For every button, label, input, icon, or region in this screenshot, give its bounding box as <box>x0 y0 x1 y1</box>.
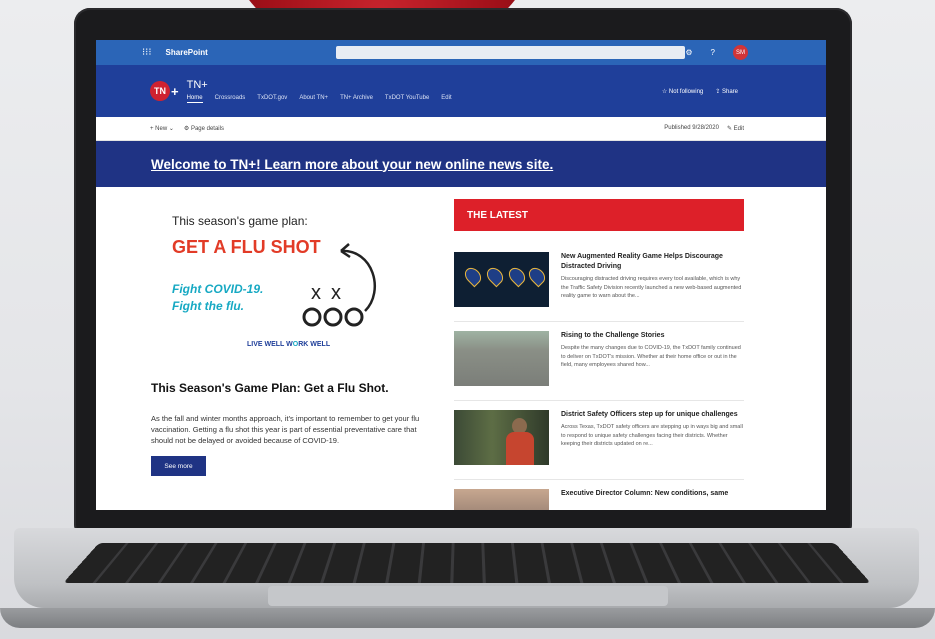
news-snippet: Despite the many changes due to COVID-19… <box>561 345 741 368</box>
page-details-button[interactable]: ⚙ Page details <box>184 125 224 132</box>
gear-icon[interactable]: ⚙ <box>685 48 692 57</box>
news-item[interactable]: Executive Director Column: New condition… <box>454 489 744 510</box>
new-label: New <box>155 126 168 132</box>
nav-item-home[interactable]: Home <box>186 95 203 103</box>
share-button[interactable]: ⇪ Share <box>715 88 738 95</box>
laptop-trackpad <box>268 586 668 606</box>
divider <box>454 321 744 322</box>
latest-column: THE LATEST New Augmented Reality Game He… <box>454 199 744 510</box>
news-title[interactable]: Rising to the Challenge Stories <box>561 331 743 341</box>
published-status: Published 9/28/2020 <box>664 125 719 131</box>
article-body: As the fall and winter months approach, … <box>151 414 420 445</box>
feature-column: This season's game plan: GET A FLU SHOT … <box>96 199 441 510</box>
avatar[interactable]: SM <box>733 45 748 60</box>
logo-plus: + <box>171 83 179 99</box>
news-thumbnail <box>454 331 549 386</box>
fight-flu-line: Fight the flu. <box>172 299 244 313</box>
news-item[interactable]: District Safety Officers step up for uni… <box>454 410 744 465</box>
news-text: New Augmented Reality Game Helps Discour… <box>561 252 743 307</box>
site-nav: Home Crossroads TxDOT.gov About TN+ TN+ … <box>186 95 452 103</box>
news-text: Executive Director Column: New condition… <box>561 489 743 510</box>
suite-bar-right: ⚙ ? SM <box>685 45 748 60</box>
map-pin-icon <box>505 264 529 288</box>
news-item[interactable]: New Augmented Reality Game Helps Discour… <box>454 252 744 307</box>
news-snippet: Discouraging distracted driving requires… <box>561 276 742 299</box>
laptop-keyboard <box>63 542 871 583</box>
play-o-2 <box>323 307 343 327</box>
news-thumbnail <box>454 410 549 465</box>
welcome-banner: Welcome to TN+! Learn more about your ne… <box>96 141 826 187</box>
site-title[interactable]: TN+ <box>187 79 452 91</box>
brand-part-3: RK WELL <box>298 341 331 348</box>
map-pin-icon <box>525 264 549 288</box>
laptop-base-edge <box>0 608 935 628</box>
play-arrow-curve <box>340 249 376 312</box>
page-details-label: Page details <box>190 126 224 132</box>
command-bar: + New ⌄ ⚙ Page details Published 9/28/20… <box>96 117 826 141</box>
welcome-link[interactable]: Welcome to TN+! Learn more about your ne… <box>151 157 553 172</box>
nav-item-archive[interactable]: TN+ Archive <box>340 95 373 103</box>
suite-bar: ⁝⁝⁝ SharePoint ⚙ ? SM <box>96 40 826 65</box>
news-title[interactable]: District Safety Officers step up for uni… <box>561 410 743 420</box>
nav-item-youtube[interactable]: TxDOT YouTube <box>385 95 429 103</box>
follow-label: Not following <box>668 88 704 95</box>
app-name[interactable]: SharePoint <box>166 48 208 57</box>
command-bar-right: Published 9/28/2020 ✎ Edit <box>664 125 744 132</box>
news-text: District Safety Officers step up for uni… <box>561 410 743 465</box>
waffle-icon[interactable]: ⁝⁝⁝ <box>142 47 152 58</box>
news-title[interactable]: New Augmented Reality Game Helps Discour… <box>561 252 743 272</box>
play-o-3 <box>344 307 364 327</box>
edit-button[interactable]: ✎ Edit <box>727 125 744 132</box>
news-item[interactable]: Rising to the Challenge Stories Despite … <box>454 331 744 386</box>
share-label: Share <box>721 88 738 95</box>
map-pin-icon <box>483 264 507 288</box>
command-bar-left: + New ⌄ ⚙ Page details <box>150 125 224 132</box>
play-x-1: x <box>311 282 321 304</box>
help-icon[interactable]: ? <box>711 48 715 57</box>
nav-item-about[interactable]: About TN+ <box>299 95 328 103</box>
site-title-block: TN+ Home Crossroads TxDOT.gov About TN+ … <box>186 79 452 103</box>
site-header: TN + TN+ Home Crossroads TxDOT.gov About… <box>96 65 826 117</box>
page-content: This season's game plan: GET A FLU SHOT … <box>96 187 826 510</box>
news-thumbnail <box>454 252 549 307</box>
latest-header: THE LATEST <box>454 199 744 231</box>
nav-item-crossroads[interactable]: Crossroads <box>215 95 246 103</box>
new-button[interactable]: + New ⌄ <box>150 125 174 132</box>
play-o-1 <box>302 307 322 327</box>
logo-badge: TN <box>150 81 170 101</box>
laptop-screen: ⁝⁝⁝ SharePoint ⚙ ? SM TN + TN+ Home Cros… <box>96 40 826 510</box>
officer-vest <box>506 432 534 465</box>
search-input[interactable] <box>335 46 686 59</box>
nav-item-edit[interactable]: Edit <box>441 95 451 103</box>
season-line: This season's game plan: <box>172 214 308 228</box>
follow-button[interactable]: ☆ Not following <box>662 88 703 95</box>
map-pin-icon <box>461 264 485 288</box>
pencil-icon: ✎ <box>726 126 734 132</box>
news-title[interactable]: Executive Director Column: New condition… <box>561 489 743 499</box>
nav-item-txdot-gov[interactable]: TxDOT.gov <box>257 95 287 103</box>
news-thumbnail <box>454 489 549 510</box>
gear-icon: ⚙ <box>183 126 191 132</box>
site-logo[interactable]: TN + <box>150 81 179 101</box>
game-play-diagram-icon: x x <box>302 243 376 327</box>
see-more-button[interactable]: See more <box>151 456 206 476</box>
flu-shot-graphic[interactable]: This season's game plan: GET A FLU SHOT … <box>151 199 423 361</box>
header-actions: ☆ Not following ⇪ Share <box>662 88 738 95</box>
edit-label: Edit <box>733 126 744 132</box>
divider <box>454 400 744 401</box>
news-text: Rising to the Challenge Stories Despite … <box>561 331 743 386</box>
star-icon: ☆ <box>661 88 669 95</box>
divider <box>454 479 744 480</box>
live-well-work-well-logo: LIVE WELL WORK WELL <box>247 341 330 348</box>
play-x-2: x <box>331 282 341 304</box>
share-icon: ⇪ <box>715 88 722 95</box>
brand-part-1: LIVE WELL W <box>247 341 293 348</box>
news-snippet: Across Texas, TxDOT safety officers are … <box>561 424 743 447</box>
fight-covid-line: Fight COVID-19. <box>172 282 264 296</box>
chevron-down-icon: ⌄ <box>167 126 174 132</box>
article-title[interactable]: This Season's Game Plan: Get a Flu Shot. <box>151 381 423 395</box>
